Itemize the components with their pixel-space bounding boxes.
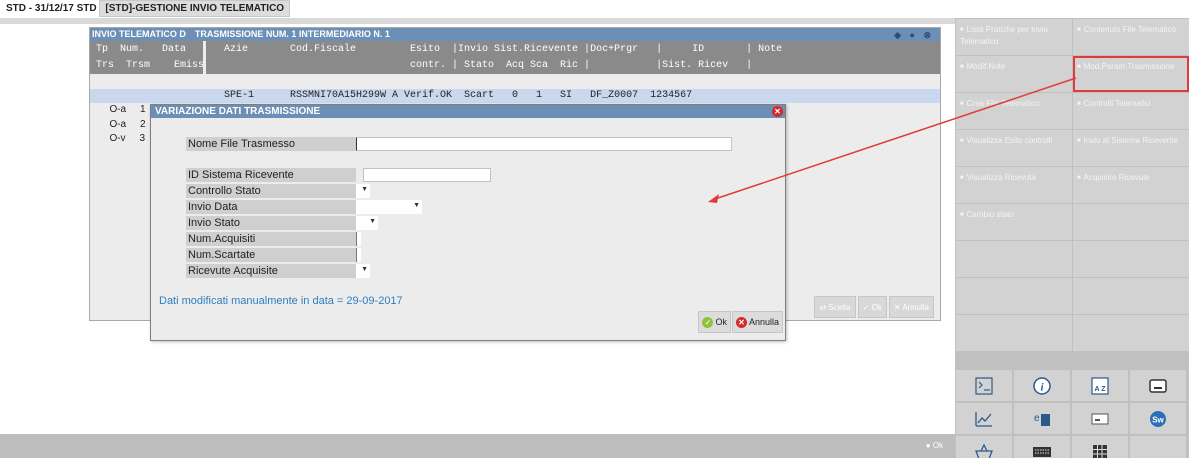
controllo-stato-label: Controllo Stato [186,184,356,198]
calculator-icon [975,376,993,395]
svg-text:A Z: A Z [1094,386,1106,393]
header-right-2: contr. | Stato Acq Sca Ric | |Sist. Rice… [206,60,753,71]
ricevute-acquisite-label: Ricevute Acquisite [186,264,356,278]
chevron-down-icon: ▼ [361,266,368,273]
player-icon [1149,378,1167,393]
id-sistema-input[interactable] [363,168,491,182]
empty-slot [956,278,1072,314]
sort-button[interactable]: A Z [1072,370,1128,401]
visualizza-esito-button[interactable]: Visualizza Esito controlli [956,130,1072,166]
section-title: [STD]-GESTIONE INVIO TELEMATICO [99,0,291,17]
list-button-bar: ⇄ Scelta ✓ Ok ✕ Annulla [814,296,934,318]
table-row[interactable]: O-v 3 [90,118,145,144]
modified-note: Dati modificati manualmente in data = 29… [159,295,403,307]
chevron-down-icon: ▼ [361,186,368,193]
check-icon: ✓ [702,316,714,328]
info-icon: i [1033,376,1051,395]
list-title-right: TRASMISSIONE NUM. 1 INTERMEDIARIO N. 1 [194,29,390,39]
keyboard-key-icon [1091,413,1109,424]
controlli-telematici-button[interactable]: Controlli Telematici [1073,93,1189,129]
lista-pratiche-button[interactable]: Lista Pratiche per Invio Telematico [956,19,1072,55]
workspace: INVIO TELEMATICO D TRASMISSIONE NUM. 1 I… [0,24,955,434]
list-window-title: INVIO TELEMATICO D TRASMISSIONE NUM. 1 I… [90,28,940,41]
calculator-button[interactable] [956,370,1012,401]
status-bar: ● Ok [0,434,955,458]
key-button[interactable] [1072,403,1128,434]
basket-icon [975,443,993,458]
status-ok-button[interactable]: ● Ok [922,437,947,455]
dialog-ok-button[interactable]: ✓ Ok [698,311,731,333]
invio-sistema-button[interactable]: Invio al Sistema Ricevente [1073,130,1189,166]
dialog-annulla-button[interactable]: ✕ Annulla [731,311,783,333]
keyboard-icon [1033,446,1051,457]
ep-icon: e [1034,413,1050,426]
invio-data-label: Invio Data [186,200,356,214]
close-icon[interactable]: ✕ [772,106,783,117]
nome-file-input[interactable] [356,137,732,151]
empty-slot [956,315,1072,351]
basket-button[interactable] [956,436,1012,458]
ricevute-acquisite-select[interactable]: ▼ [356,264,370,278]
dialog-title: VARIAZIONE DATI TRASMISSIONE [155,106,321,117]
app-title-bar: STD - 31/12/17 STD [STD]-GESTIONE INVIO … [0,0,1189,18]
chevron-down-icon: ▼ [413,202,420,209]
scelta-button[interactable]: ⇄ Scelta [814,296,856,318]
empty-slot [956,241,1072,277]
controllo-stato-select[interactable]: ▼ [356,184,370,198]
list-title-left: INVIO TELEMATICO D [92,29,186,39]
nome-file-label: Nome File Trasmesso [186,137,356,151]
list-annulla-button[interactable]: ✕ Annulla [888,296,934,318]
row-cell-left: O-v 3 [106,133,146,144]
acquisire-ricevute-button[interactable]: Acquisire Ricevute [1073,167,1189,203]
dialog-button-bar: ✓ Ok ✕ Annulla [698,311,783,333]
num-acquisiti-input[interactable] [356,232,361,246]
invio-stato-label: Invio Stato [186,216,356,230]
dialog-title-bar: VARIAZIONE DATI TRASMISSIONE ✕ [151,105,785,118]
empty-slot [1073,315,1189,351]
num-scartate-input[interactable] [356,248,361,262]
table-row[interactable]: O-a 2 [90,104,145,130]
table-row[interactable]: O-a 1 11/09/1 SPE-1 RSSMNI70A15H299W A V… [90,89,940,115]
empty-slot [1073,278,1189,314]
id-sistema-label: ID Sistema Ricevente [186,168,356,182]
company-date-label: STD - 31/12/17 STD [6,3,97,14]
cambio-stato-button[interactable]: Cambio stato [956,204,1072,240]
chevron-down-icon: ▼ [369,218,376,225]
num-acquisiti-label: Num.Acquisiti [186,232,356,246]
empty-icon-slot [1130,436,1186,458]
list-ok-button[interactable]: ✓ Ok [857,296,887,318]
list-header: Tp Num. Data Azie Cod.Fiscale Esito |Inv… [90,41,940,74]
right-function-panel: Lista Pratiche per Invio Telematico Cont… [955,18,1189,458]
variazione-dialog: VARIAZIONE DATI TRASMISSIONE ✕ Nome File… [150,104,786,341]
ep-button[interactable]: e [1014,403,1070,434]
header-left-2: Trs Trsm Emiss [90,60,205,71]
contenuto-file-button[interactable]: Contenuto File Telematico [1073,19,1189,55]
crea-file-button[interactable]: Crea File Telematico [956,93,1072,129]
header-seam [203,41,206,74]
mod-param-trasmissione-button[interactable]: Mod.Param.Trasmissione [1073,56,1189,92]
sort-az-icon: A Z [1091,376,1109,395]
keyboard-button[interactable] [1014,436,1070,458]
svg-text:Sw: Sw [1152,415,1164,424]
header-right-1: Azie Cod.Fiscale Esito |Invio Sist.Ricev… [206,44,783,55]
empty-slot [1073,241,1189,277]
grid-icon [1093,444,1107,458]
row-cell-right: SPE-1 RSSMNI70A15H299W A Verif.OK Scart … [206,90,693,101]
sw-button[interactable]: Sw [1130,403,1186,434]
num-scartate-label: Num.Scartate [186,248,356,262]
player-button[interactable] [1130,370,1186,401]
invio-stato-select[interactable]: ▼ [356,216,378,230]
invio-data-select[interactable]: ▼ [356,200,422,214]
visualizza-ricevuta-button[interactable]: Visualizza Ricevuta [956,167,1072,203]
modif-note-button[interactable]: Modif.Note [956,56,1072,92]
chart-button[interactable] [956,403,1012,434]
chart-icon [975,411,992,427]
info-button[interactable]: i [1014,370,1070,401]
header-left-1: Tp Num. Data [90,44,187,55]
sw-icon: Sw [1150,410,1166,427]
empty-slot [1073,204,1189,240]
svg-text:e: e [1034,413,1040,424]
cancel-icon: ✕ [735,316,747,328]
grid-button[interactable] [1072,436,1128,458]
